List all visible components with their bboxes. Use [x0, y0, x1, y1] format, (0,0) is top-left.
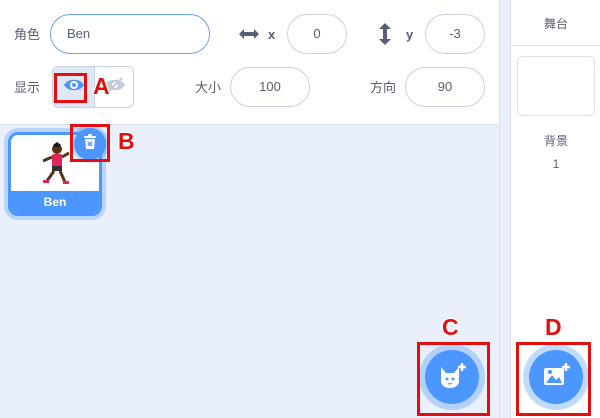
- sprite-tile-label: Ben: [11, 191, 99, 213]
- sprite-info-area: 角色 Ben x 0 y -3 显示 大小 100 方向 90: [0, 0, 500, 125]
- sprite-label: 角色: [14, 27, 41, 42]
- marker-d: D: [545, 314, 562, 340]
- y-position-input[interactable]: -3: [425, 14, 485, 54]
- backdrops-label: 背景: [543, 134, 568, 148]
- direction-label: 方向: [370, 80, 397, 95]
- show-label: 显示: [14, 80, 41, 95]
- marker-a: A: [93, 73, 110, 99]
- x-label: x: [268, 27, 276, 42]
- highlight-box-a: [54, 73, 87, 103]
- panel-gap: [500, 0, 510, 418]
- direction-input[interactable]: 90: [405, 67, 485, 107]
- size-input[interactable]: 100: [230, 67, 310, 107]
- horizontal-arrows-icon: [238, 25, 260, 48]
- highlight-box-c: [417, 342, 490, 416]
- y-label: y: [406, 27, 414, 42]
- vertical-arrows-icon: [377, 22, 393, 51]
- stage-thumbnail[interactable]: [517, 56, 595, 116]
- x-position-input[interactable]: 0: [287, 14, 347, 54]
- marker-c: C: [442, 314, 459, 340]
- size-label: 大小: [195, 80, 222, 95]
- highlight-box-d: [516, 342, 591, 416]
- highlight-box-b: [70, 124, 110, 162]
- stage-title: 舞台: [511, 0, 600, 46]
- backdrops-count: 1: [552, 157, 560, 171]
- marker-b: B: [118, 128, 135, 154]
- sprite-name-input[interactable]: Ben: [50, 14, 210, 54]
